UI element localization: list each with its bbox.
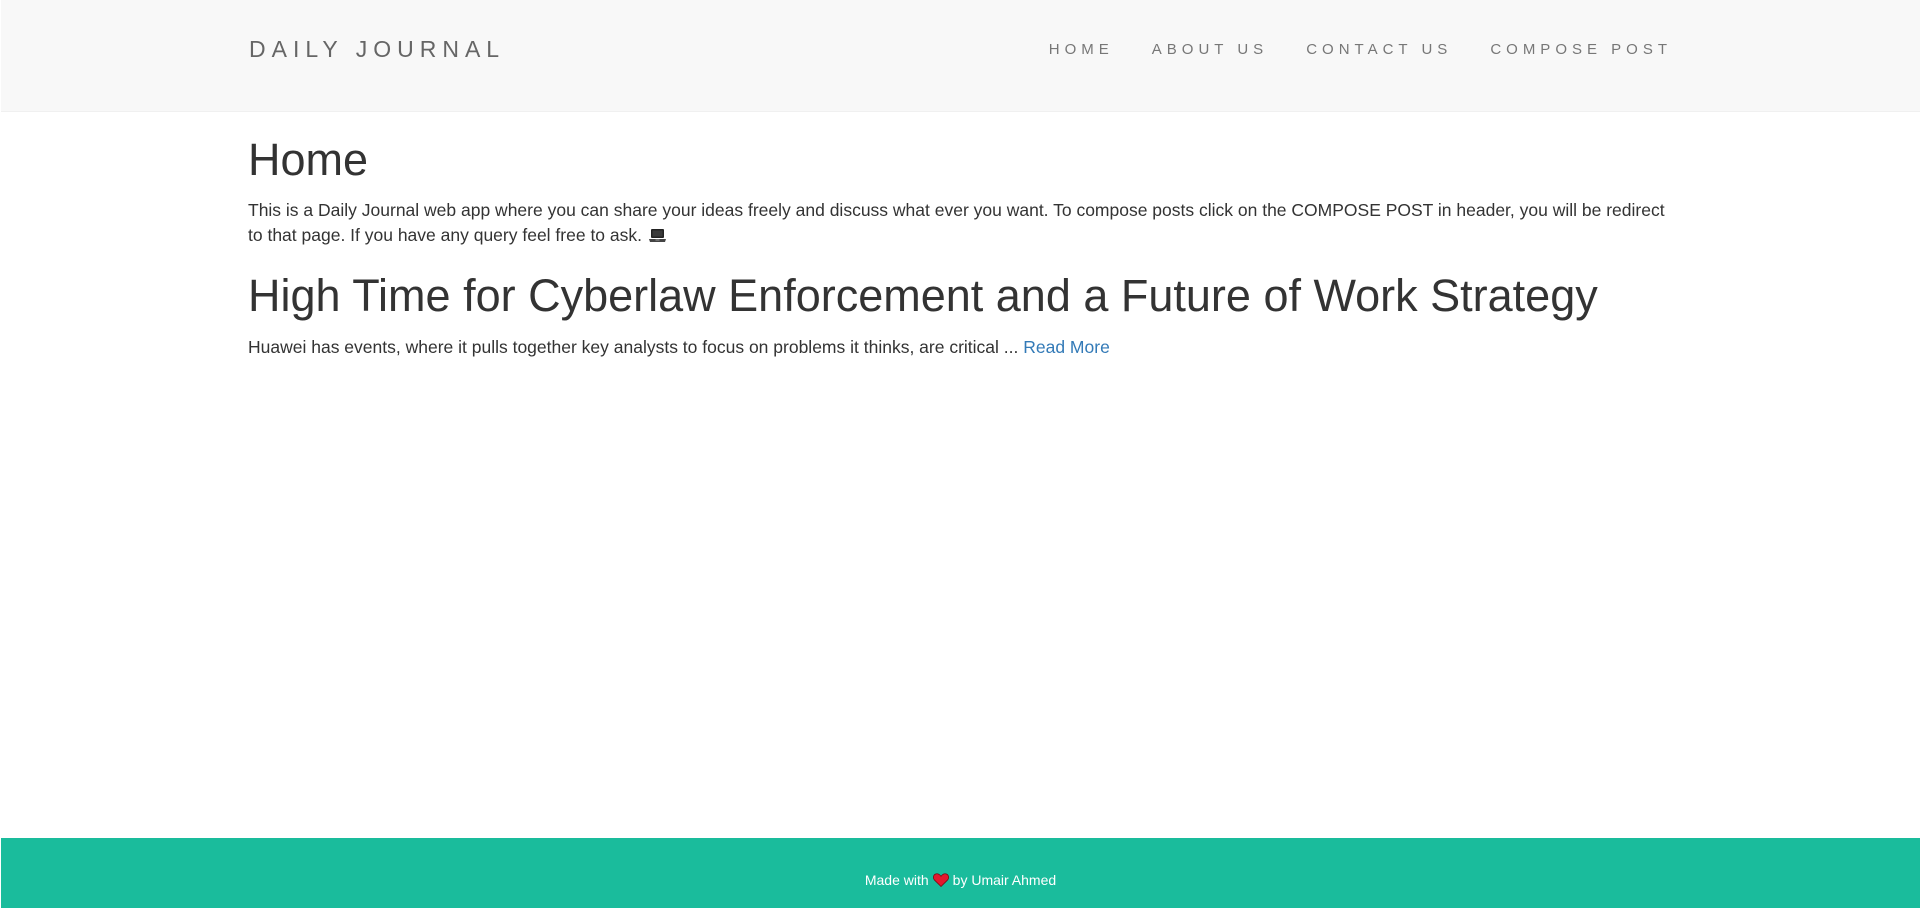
- footer-credit: Made with by Umair Ahmed: [1, 871, 1920, 891]
- nav-item-contact-us: CONTACT US: [1306, 40, 1452, 60]
- nav-link-about-us[interactable]: ABOUT US: [1152, 40, 1268, 60]
- read-more-link[interactable]: Read More: [1023, 337, 1110, 357]
- nav-link-compose-post[interactable]: COMPOSE POST: [1490, 40, 1672, 60]
- brand-logo-link[interactable]: DAILY JOURNAL: [249, 36, 505, 62]
- post-title: High Time for Cyberlaw Enforcement and a…: [248, 270, 1598, 321]
- nav-item-home: HOME: [1049, 40, 1114, 60]
- header-navbar: DAILY JOURNAL HOME ABOUT US CONTACT US C…: [1, 0, 1920, 112]
- intro-paragraph: This is a Daily Journal web app where yo…: [248, 198, 1672, 250]
- footer-prefix: Made with: [864, 872, 929, 888]
- nav-link-contact-us[interactable]: CONTACT US: [1306, 40, 1452, 60]
- intro-text: This is a Daily Journal web app where yo…: [248, 200, 1665, 245]
- nav-item-compose-post: COMPOSE POST: [1490, 40, 1672, 60]
- heart-icon: [932, 873, 949, 891]
- footer: Made with by Umair Ahmed: [1, 838, 1920, 908]
- nav-menu: HOME ABOUT US CONTACT US COMPOSE POST: [1011, 40, 1672, 60]
- post-excerpt-text: Huawei has events, where it pulls togeth…: [248, 337, 1019, 357]
- nav-item-about-us: ABOUT US: [1152, 40, 1268, 60]
- nav-link-home[interactable]: HOME: [1049, 40, 1114, 60]
- laptop-icon: [648, 225, 667, 250]
- footer-author: by Umair Ahmed: [952, 872, 1057, 888]
- page-title: Home: [248, 134, 369, 185]
- post-excerpt: Huawei has events, where it pulls togeth…: [248, 335, 1110, 360]
